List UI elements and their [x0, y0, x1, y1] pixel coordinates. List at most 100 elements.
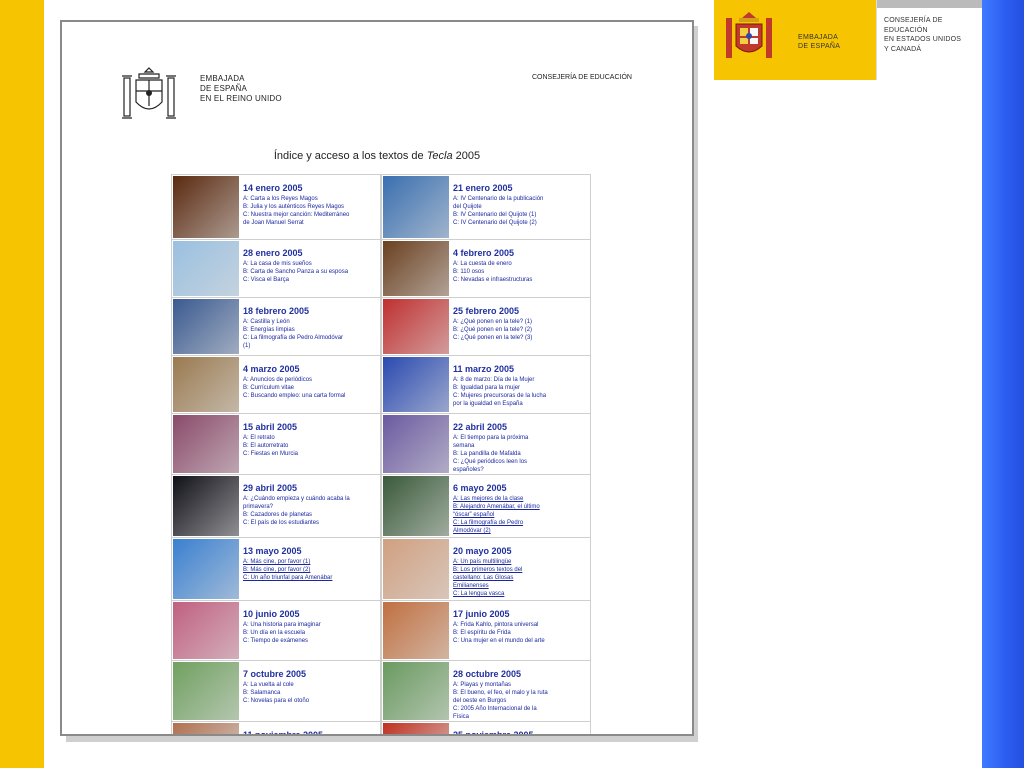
issue-article-link[interactable]: A: ¿Qué ponen en la tele? (1)	[453, 318, 590, 326]
issue-article-link[interactable]: castellano: Las Glosas	[453, 574, 590, 582]
issue-thumbnail-image[interactable]	[173, 662, 239, 720]
issue-date[interactable]: 28 octubre 2005	[453, 669, 590, 679]
issue-cell[interactable]: 4 febrero 2005 A: La cuesta de enero B: 11…	[381, 240, 591, 297]
issue-article-link[interactable]: del oeste en Burgos	[453, 697, 590, 705]
issue-article-link[interactable]: B: El autorretrato	[243, 442, 380, 450]
issue-date[interactable]: 14 enero 2005	[243, 183, 380, 193]
issue-thumbnail-image[interactable]	[173, 241, 239, 296]
issue-thumbnail-image[interactable]	[383, 299, 449, 354]
issue-article-link[interactable]: A: Más cine, por favor (1)	[243, 558, 380, 566]
issue-article-link[interactable]: Almodóvar (2)	[453, 527, 590, 535]
issue-cell[interactable]: 25 febrero 2005 A: ¿Qué ponen en la tele?…	[381, 298, 591, 355]
issue-article-link[interactable]: A: ¿Cuándo empieza y cuándo acaba la	[243, 495, 380, 503]
issue-cell[interactable]: 17 junio 2005 A: Frida Kahlo, pintora uni…	[381, 601, 591, 660]
issue-thumbnail-image[interactable]	[173, 723, 239, 734]
issue-article-link[interactable]: A: La vuelta al cole	[243, 681, 380, 689]
issue-cell[interactable]: 11 marzo 2005 A: 8 de marzo: Día de la Mu…	[381, 356, 591, 413]
issue-article-link[interactable]: C: La lengua vasca	[453, 590, 590, 598]
issue-date[interactable]: 18 febrero 2005	[243, 306, 380, 316]
issue-article-link[interactable]: A: Anuncios de periódicos	[243, 376, 380, 384]
issue-date[interactable]: 13 mayo 2005	[243, 546, 380, 556]
issue-cell[interactable]: 7 octubre 2005 A: La vuelta al cole B: Sal…	[171, 661, 381, 721]
issue-article-link[interactable]: por la igualdad en España	[453, 400, 590, 408]
issue-article-link[interactable]: A: La casa de mis sueños	[243, 260, 380, 268]
issue-date[interactable]: 29 abril 2005	[243, 483, 380, 493]
issue-article-link[interactable]: C: 2005 Año Internacional de la	[453, 705, 590, 713]
issue-date[interactable]: 15 abril 2005	[243, 422, 380, 432]
issue-article-link[interactable]: A: Frida Kahlo, pintora universal	[453, 621, 590, 629]
issue-article-link[interactable]: primavera?	[243, 503, 380, 511]
issue-article-link[interactable]: C: Buscando empleo: una carta formal	[243, 392, 380, 400]
issue-cell[interactable]: 14 enero 2005 A: Carta a los Reyes Magos B…	[171, 175, 381, 239]
issue-article-link[interactable]: A: Una historia para imaginar	[243, 621, 380, 629]
issue-thumbnail-image[interactable]	[383, 662, 449, 720]
issue-article-link[interactable]: B: Igualdad para la mujer	[453, 384, 590, 392]
issue-article-link[interactable]: “óscar” español	[453, 511, 590, 519]
issue-thumbnail-image[interactable]	[173, 357, 239, 412]
issue-thumbnail-image[interactable]	[383, 723, 449, 734]
issue-thumbnail-image[interactable]	[383, 241, 449, 296]
issue-article-link[interactable]: A: Playas y montañas	[453, 681, 590, 689]
issue-article-link[interactable]: B: ¿Qué ponen en la tele? (2)	[453, 326, 590, 334]
issue-cell[interactable]: 18 febrero 2005 A: Castilla y León B: Ener…	[171, 298, 381, 355]
issue-article-link[interactable]: C: Un año triunfal para Amenábar	[243, 574, 380, 582]
issue-article-link[interactable]: A: La cuesta de enero	[453, 260, 590, 268]
issue-thumbnail-image[interactable]	[383, 357, 449, 412]
issue-thumbnail-image[interactable]	[173, 476, 239, 536]
issue-cell[interactable]: 25 noviembre 2005	[381, 722, 591, 734]
issue-cell[interactable]: 28 octubre 2005 A: Playas y montañas B: El…	[381, 661, 591, 721]
issue-article-link[interactable]: C: La filmografía de Pedro Almodóvar	[243, 334, 380, 342]
issue-article-link[interactable]: A: El retrato	[243, 434, 380, 442]
issue-thumbnail-image[interactable]	[383, 539, 449, 599]
issue-date[interactable]: 17 junio 2005	[453, 609, 590, 619]
issue-date[interactable]: 7 octubre 2005	[243, 669, 380, 679]
issue-article-link[interactable]: C: El país de los estudiantes	[243, 519, 380, 527]
issue-article-link[interactable]: B: Más cine, por favor (2)	[243, 566, 380, 574]
issue-article-link[interactable]: Emilianenses	[453, 582, 590, 590]
issue-thumbnail-image[interactable]	[383, 602, 449, 659]
issue-cell[interactable]: 10 junio 2005 A: Una historia para imagin…	[171, 601, 381, 660]
issue-thumbnail-image[interactable]	[173, 415, 239, 473]
issue-article-link[interactable]: C: Mujeres precursoras de la lucha	[453, 392, 590, 400]
issue-article-link[interactable]: B: Alejandro Amenábar, el último	[453, 503, 590, 511]
issue-article-link[interactable]: B: La pandilla de Mafalda	[453, 450, 590, 458]
issue-article-link[interactable]: C: ¿Qué ponen en la tele? (3)	[453, 334, 590, 342]
issue-thumbnail-image[interactable]	[173, 299, 239, 354]
issue-article-link[interactable]: A: IV Centenario de la publicación	[453, 195, 590, 203]
issue-article-link[interactable]: A: Un país multilingüe	[453, 558, 590, 566]
issue-article-link[interactable]: B: El bueno, el feo, el malo y la ruta	[453, 689, 590, 697]
issue-article-link[interactable]: (1)	[243, 342, 380, 350]
issue-article-link[interactable]: A: Carta a los Reyes Magos	[243, 195, 380, 203]
issue-date[interactable]: 6 mayo 2005	[453, 483, 590, 493]
issue-article-link[interactable]: A: Castilla y León	[243, 318, 380, 326]
issue-date[interactable]: 11 noviembre 2005	[243, 730, 380, 734]
issue-article-link[interactable]: del Quijote	[453, 203, 590, 211]
issue-article-link[interactable]: semana	[453, 442, 590, 450]
issue-cell[interactable]: 15 abril 2005 A: El retrato B: El autorret…	[171, 414, 381, 474]
issue-cell[interactable]: 29 abril 2005 A: ¿Cuándo empieza y cuándo…	[171, 475, 381, 537]
issue-article-link[interactable]: C: Fiestas en Murcia	[243, 450, 380, 458]
issue-date[interactable]: 21 enero 2005	[453, 183, 590, 193]
issue-cell[interactable]: 11 noviembre 2005	[171, 722, 381, 734]
issue-article-link[interactable]: B: 110 osos	[453, 268, 590, 276]
issue-article-link[interactable]: B: El espíritu de Frida	[453, 629, 590, 637]
issue-date[interactable]: 11 marzo 2005	[453, 364, 590, 374]
issue-date[interactable]: 20 mayo 2005	[453, 546, 590, 556]
issue-article-link[interactable]: Física	[453, 713, 590, 721]
issue-thumbnail-image[interactable]	[173, 602, 239, 659]
issue-article-link[interactable]: B: Un día en la escuela	[243, 629, 380, 637]
issue-thumbnail-image[interactable]	[383, 176, 449, 238]
issue-date[interactable]: 22 abril 2005	[453, 422, 590, 432]
issue-date[interactable]: 25 noviembre 2005	[453, 730, 590, 734]
issue-article-link[interactable]: C: La filmografía de Pedro	[453, 519, 590, 527]
issue-article-link[interactable]: C: Visca el Barça	[243, 276, 380, 284]
issue-thumbnail-image[interactable]	[173, 176, 239, 238]
issue-cell[interactable]: 20 mayo 2005 A: Un país multilingüe B: Los…	[381, 538, 591, 600]
issue-date[interactable]: 10 junio 2005	[243, 609, 380, 619]
issue-thumbnail-image[interactable]	[383, 476, 449, 536]
issue-article-link[interactable]: C: Una mujer en el mundo del arte	[453, 637, 590, 645]
issue-cell[interactable]: 21 enero 2005 A: IV Centenario de la publ…	[381, 175, 591, 239]
issue-article-link[interactable]: B: Los primeros textos del	[453, 566, 590, 574]
issue-article-link[interactable]: C: Tiempo de exámenes	[243, 637, 380, 645]
issue-cell[interactable]: 6 mayo 2005 A: Las mejores de la clase B: …	[381, 475, 591, 537]
